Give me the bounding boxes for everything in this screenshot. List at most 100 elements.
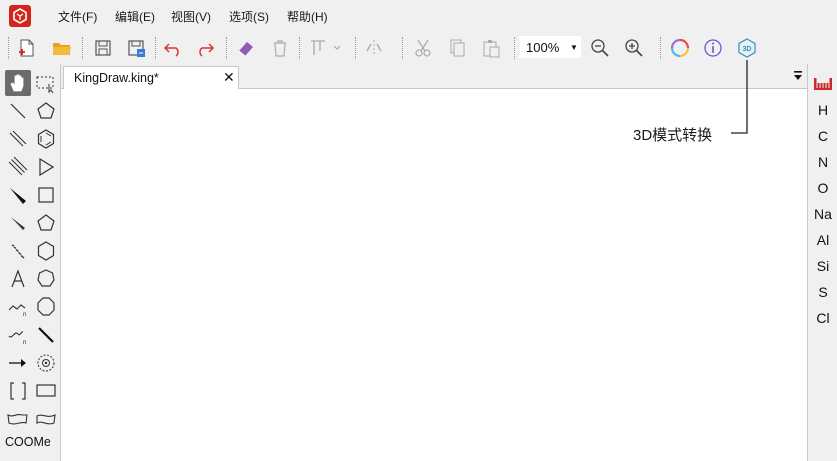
element-o[interactable]: O — [808, 180, 837, 196]
hexagon-icon — [37, 241, 55, 261]
single-bond-icon — [10, 103, 26, 119]
chain-tool[interactable]: n — [5, 294, 31, 320]
heptagon-icon — [37, 269, 55, 287]
color-button[interactable] — [668, 36, 692, 60]
3d-mode-button[interactable]: 3D — [735, 36, 759, 60]
toolbar-separator — [660, 37, 661, 59]
toolbar-separator — [299, 37, 300, 59]
benzene-icon — [37, 129, 55, 149]
menu-help[interactable]: 帮助(H) — [287, 8, 328, 25]
bold-line-icon — [38, 327, 54, 343]
cyclohexane-tool[interactable] — [33, 238, 59, 264]
cyclooctane-tool[interactable] — [33, 294, 59, 320]
wedge-bond-icon — [10, 188, 26, 204]
bracket-tool[interactable] — [5, 378, 31, 404]
document-tab-title: KingDraw.king* — [74, 71, 159, 85]
element-si[interactable]: Si — [808, 258, 837, 274]
cycloheptane-tool[interactable] — [33, 266, 59, 292]
folder-icon — [53, 43, 71, 55]
zoom-out-button[interactable] — [588, 36, 612, 60]
pentagon-icon — [37, 214, 55, 231]
square-icon — [38, 187, 54, 203]
cyclopentane-tool[interactable] — [33, 98, 59, 124]
flip-button[interactable] — [362, 36, 386, 60]
marquee-select-icon — [36, 76, 54, 94]
element-na[interactable]: Na — [808, 206, 837, 222]
element-s[interactable]: S — [808, 284, 837, 300]
align-dropdown-button[interactable] — [306, 36, 346, 60]
element-al[interactable]: Al — [808, 232, 837, 248]
info-icon — [704, 39, 722, 57]
element-cl[interactable]: Cl — [808, 310, 837, 326]
save-as-icon — [128, 40, 145, 57]
bold-bond-tool[interactable] — [33, 322, 59, 348]
triangle-tool[interactable] — [33, 154, 59, 180]
document-tab[interactable]: KingDraw.king* ✕ — [63, 66, 239, 90]
arrow-tool[interactable] — [5, 350, 31, 376]
toolbar-separator — [155, 37, 156, 59]
ribbon-tool[interactable] — [5, 406, 31, 432]
info-button[interactable] — [701, 36, 725, 60]
ribbon-icon — [7, 413, 28, 425]
new-file-icon — [19, 39, 34, 57]
triple-bond-tool[interactable] — [5, 154, 31, 180]
flip-icon — [366, 40, 382, 56]
periodic-table-icon[interactable] — [814, 76, 832, 90]
new-file-button[interactable] — [15, 36, 39, 60]
element-c[interactable]: C — [808, 128, 837, 144]
double-bond-tool[interactable] — [5, 126, 31, 152]
benzene-tool[interactable] — [33, 126, 59, 152]
menu-file[interactable]: 文件(F) — [58, 8, 97, 25]
cut-button[interactable] — [411, 36, 435, 60]
open-file-button[interactable] — [50, 36, 74, 60]
arrow-right-icon — [9, 359, 26, 367]
wedge-bond-tool[interactable] — [5, 182, 31, 208]
square-tool[interactable] — [33, 182, 59, 208]
single-bond-tool[interactable] — [5, 98, 31, 124]
element-palette: H C N O Na Al Si S Cl — [807, 64, 837, 461]
svg-text:n: n — [23, 340, 26, 346]
orbital-tool[interactable] — [33, 350, 59, 376]
color-wheel-icon — [670, 38, 690, 58]
menu-options[interactable]: 选项(S) — [229, 8, 269, 25]
bold-wedge-tool[interactable] — [5, 210, 31, 236]
curve-tool[interactable]: n — [5, 322, 31, 348]
hand-tool[interactable] — [5, 70, 31, 96]
select-rectangle-tool[interactable] — [33, 70, 59, 96]
document-tab-bar: KingDraw.king* ✕ — [61, 64, 807, 90]
wave-box-tool[interactable] — [33, 406, 59, 432]
chain-icon: n — [8, 304, 26, 318]
hashed-wedge-tool[interactable] — [5, 238, 31, 264]
double-bond-icon — [9, 130, 27, 147]
text-tool[interactable] — [5, 266, 31, 292]
copy-button[interactable] — [445, 36, 469, 60]
eraser-button[interactable] — [234, 36, 258, 60]
element-n[interactable]: N — [808, 154, 837, 170]
undo-button[interactable] — [161, 36, 185, 60]
zoom-value: 100% — [526, 39, 560, 55]
app-logo-icon[interactable] — [9, 5, 31, 27]
toolbar-separator — [402, 37, 403, 59]
save-button[interactable] — [91, 36, 115, 60]
svg-text:3D: 3D — [743, 46, 752, 53]
rectangle-tool[interactable] — [33, 378, 59, 404]
element-h[interactable]: H — [808, 102, 837, 118]
toolbar-separator — [355, 37, 356, 59]
zoom-in-button[interactable] — [622, 36, 646, 60]
delete-button[interactable] — [268, 36, 292, 60]
menu-edit[interactable]: 编辑(E) — [115, 8, 155, 25]
redo-button[interactable] — [193, 36, 217, 60]
annotation-label: 3D模式转换 — [633, 127, 713, 144]
close-icon[interactable]: ✕ — [223, 69, 235, 86]
zoom-in-icon — [625, 39, 643, 57]
3d-hexagon-icon: 3D — [738, 38, 756, 58]
tab-list-menu-icon[interactable] — [793, 70, 803, 82]
copy-icon — [450, 39, 465, 57]
save-as-button[interactable] — [124, 36, 148, 60]
rectangle-icon — [36, 384, 56, 397]
pentagon-ring-tool[interactable] — [33, 210, 59, 236]
text-formula-tool-label[interactable]: COOMe — [5, 435, 51, 449]
menu-view[interactable]: 视图(V) — [171, 8, 211, 25]
zoom-select[interactable]: 100% ▼ — [519, 36, 581, 58]
paste-button[interactable] — [479, 36, 503, 60]
